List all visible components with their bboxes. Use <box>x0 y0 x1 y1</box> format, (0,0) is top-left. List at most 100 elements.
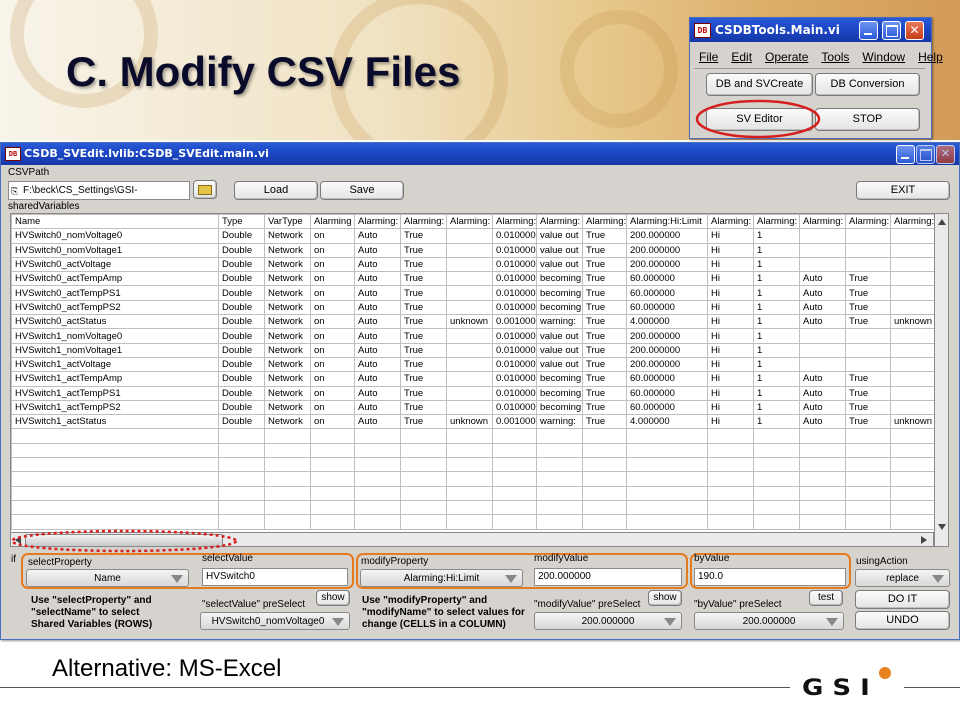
menu-operate[interactable]: Operate <box>765 50 808 64</box>
table-cell[interactable]: True <box>582 414 627 430</box>
column-header[interactable]: Alarming: <box>799 214 846 230</box>
table-cell[interactable] <box>310 485 355 501</box>
table-cell[interactable]: 1 <box>753 385 800 401</box>
table-row[interactable]: HVSwitch0_actVoltage Double Network on Auto T… <box>11 256 935 273</box>
table-cell[interactable] <box>310 514 355 530</box>
table-cell[interactable] <box>446 442 493 459</box>
table-cell[interactable]: Auto <box>354 314 401 330</box>
table-cell[interactable] <box>492 499 537 516</box>
table-cell[interactable] <box>218 428 265 444</box>
table-cell[interactable] <box>890 457 935 473</box>
table-cell[interactable]: True <box>582 256 627 273</box>
vertical-scrollbar[interactable] <box>934 213 949 547</box>
table-cell[interactable] <box>707 428 754 444</box>
table-row[interactable] <box>11 457 935 473</box>
table-cell[interactable] <box>890 371 935 387</box>
table-row[interactable]: HVSwitch0_nomVoltage0 Double Network on Auto… <box>11 228 935 244</box>
table-cell[interactable] <box>536 457 583 473</box>
menu-tools[interactable]: Tools <box>821 50 849 64</box>
table-cell[interactable]: Auto <box>354 299 401 316</box>
table-cell[interactable] <box>582 499 627 516</box>
table-cell[interactable]: True <box>400 342 447 358</box>
table-cell[interactable]: HVSwitch0_actStatus <box>11 314 219 330</box>
table-cell[interactable] <box>890 271 935 287</box>
table-cell[interactable]: 0.010000 <box>492 385 537 401</box>
table-cell[interactable] <box>845 428 891 444</box>
table-cell[interactable] <box>799 242 846 258</box>
table-cell[interactable] <box>492 457 537 473</box>
table-cell[interactable]: 1 <box>753 228 800 244</box>
table-cell[interactable]: Auto <box>799 371 846 387</box>
table-cell[interactable]: Hi <box>707 385 754 401</box>
table-cell[interactable] <box>218 485 265 501</box>
table-cell[interactable]: on <box>310 371 355 387</box>
table-cell[interactable] <box>11 514 219 530</box>
maximize-button[interactable] <box>882 21 901 40</box>
table-cell[interactable] <box>799 256 846 273</box>
table-cell[interactable]: 1 <box>753 256 800 273</box>
table-cell[interactable] <box>354 485 401 501</box>
table-cell[interactable]: becoming <box>536 299 583 316</box>
table-cell[interactable]: True <box>400 356 447 373</box>
table-cell[interactable]: Auto <box>799 314 846 330</box>
table-cell[interactable] <box>400 457 447 473</box>
table-cell[interactable]: 60.000000 <box>626 285 708 301</box>
table-cell[interactable] <box>11 442 219 459</box>
table-cell[interactable]: on <box>310 399 355 416</box>
table-cell[interactable]: Network <box>264 328 311 344</box>
table-cell[interactable]: HVSwitch0_nomVoltage1 <box>11 242 219 258</box>
table-cell[interactable] <box>707 485 754 501</box>
table-cell[interactable] <box>890 428 935 444</box>
table-cell[interactable] <box>707 442 754 459</box>
table-cell[interactable] <box>400 485 447 501</box>
table-cell[interactable]: Auto <box>354 385 401 401</box>
table-cell[interactable]: Network <box>264 256 311 273</box>
table-cell[interactable]: HVSwitch0_nomVoltage0 <box>11 228 219 244</box>
table-cell[interactable] <box>707 499 754 516</box>
table-cell[interactable]: Auto <box>354 342 401 358</box>
table-cell[interactable] <box>536 514 583 530</box>
menu-file[interactable]: File <box>699 50 718 64</box>
table-cell[interactable]: Double <box>218 299 265 316</box>
table-cell[interactable] <box>446 242 493 258</box>
table-cell[interactable] <box>446 385 493 401</box>
table-cell[interactable]: Double <box>218 285 265 301</box>
table-cell[interactable] <box>753 428 800 444</box>
table-cell[interactable] <box>446 328 493 344</box>
table-cell[interactable]: Double <box>218 328 265 344</box>
table-cell[interactable]: True <box>400 371 447 387</box>
table-row[interactable] <box>11 485 935 501</box>
table-cell[interactable]: Double <box>218 314 265 330</box>
table-cell[interactable] <box>310 457 355 473</box>
table-cell[interactable] <box>753 514 800 530</box>
table-cell[interactable] <box>799 356 846 373</box>
table-cell[interactable] <box>446 514 493 530</box>
table-cell[interactable]: Double <box>218 414 265 430</box>
exit-button[interactable]: EXIT <box>856 181 950 200</box>
table-cell[interactable] <box>799 328 846 344</box>
table-cell[interactable]: HVSwitch1_actVoltage <box>11 356 219 373</box>
table-cell[interactable] <box>446 428 493 444</box>
table-cell[interactable]: True <box>582 371 627 387</box>
table-cell[interactable] <box>582 471 627 487</box>
table-cell[interactable] <box>753 471 800 487</box>
table-cell[interactable] <box>626 514 708 530</box>
table-cell[interactable]: on <box>310 285 355 301</box>
table-cell[interactable]: True <box>400 328 447 344</box>
table-cell[interactable] <box>890 256 935 273</box>
table-cell[interactable]: 1 <box>753 242 800 258</box>
table-cell[interactable] <box>536 485 583 501</box>
table-cell[interactable]: on <box>310 228 355 244</box>
table-cell[interactable]: Double <box>218 256 265 273</box>
save-button[interactable]: Save <box>320 181 404 200</box>
menu-window[interactable]: Window <box>862 50 905 64</box>
table-cell[interactable]: Auto <box>354 228 401 244</box>
table-cell[interactable]: Network <box>264 299 311 316</box>
table-cell[interactable] <box>536 499 583 516</box>
table-cell[interactable] <box>890 471 935 487</box>
table-cell[interactable]: 1 <box>753 414 800 430</box>
table-cell[interactable]: Hi <box>707 399 754 416</box>
table-cell[interactable]: Auto <box>799 385 846 401</box>
table-cell[interactable]: 4.000000 <box>626 314 708 330</box>
table-cell[interactable] <box>11 485 219 501</box>
